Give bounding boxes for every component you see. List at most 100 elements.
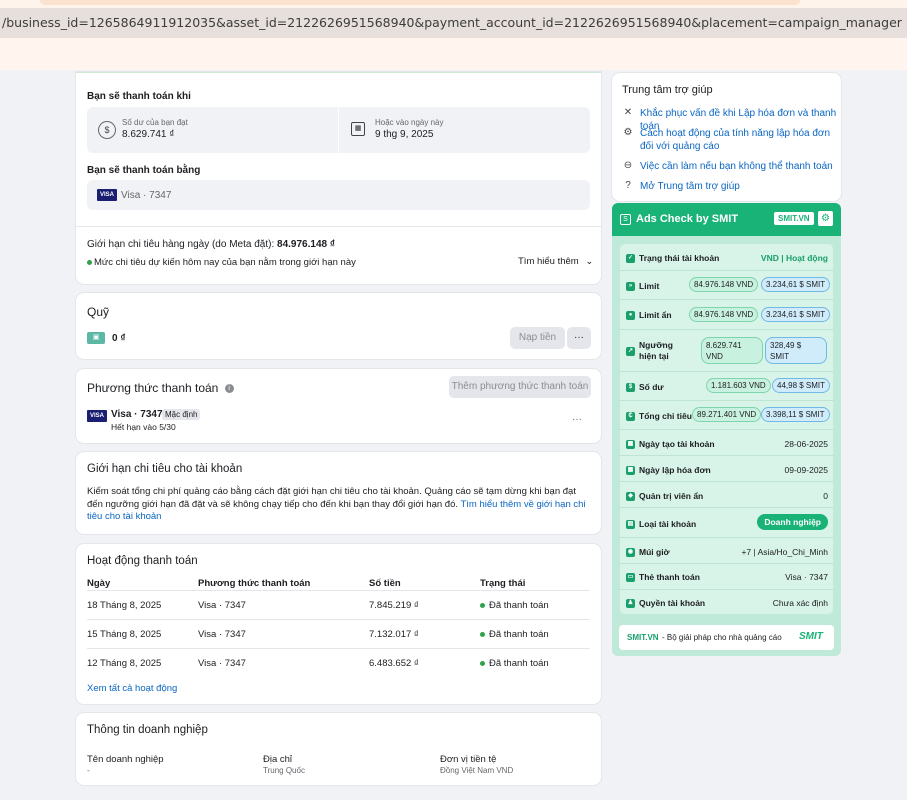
pm-more-button[interactable]: ··· bbox=[572, 414, 582, 425]
smit-badge[interactable]: SMIT.VN bbox=[774, 212, 814, 225]
smit-vnd-pill: 84.976.148 VND bbox=[689, 277, 759, 292]
smit-row-label: Limit bbox=[639, 281, 660, 291]
business-name-value: - bbox=[87, 766, 90, 775]
smit-usd-pill: 3.234,61 $ SMIT bbox=[761, 307, 831, 322]
smit-title: Ads Check by SMIT bbox=[636, 213, 739, 225]
balance-label: Số dư của bạn đạt bbox=[122, 118, 188, 127]
smit-row-value: Chưa xác định bbox=[772, 598, 828, 608]
info-icon[interactable]: i bbox=[224, 384, 234, 394]
receipt-icon: ₵ bbox=[626, 411, 635, 421]
table-row[interactable]: 18 Tháng 8, 2025 Visa · 7347 7.845.219 ₫… bbox=[87, 591, 590, 620]
row-status: Đã thanh toán bbox=[480, 600, 549, 611]
help-item-label: Mở Trung tâm trợ giúp bbox=[640, 181, 740, 192]
smit-footer-brand[interactable]: SMIT.VN bbox=[627, 633, 659, 642]
fund-card: Quỹ ▣ 0 ₫ Nạp tiền ··· bbox=[76, 293, 601, 359]
default-badge: Mặc định bbox=[162, 409, 201, 420]
col-header-method: Phương thức thanh toán bbox=[198, 578, 311, 589]
currency-label: Đơn vị tiền tệ bbox=[440, 754, 497, 765]
top-strip bbox=[0, 0, 907, 8]
see-all-activity-link[interactable]: Xem tất cả hoạt động bbox=[87, 683, 177, 694]
fund-more-button[interactable]: ··· bbox=[567, 327, 591, 349]
help-item-cant-pay[interactable]: ⊖ Việc cần làm nếu bạn không thể thanh t… bbox=[622, 160, 833, 173]
calendar-icon: ▦ bbox=[351, 122, 365, 136]
smit-footer-text: - Bộ giải pháp cho nhà quảng cáo bbox=[662, 633, 782, 642]
status-dot-icon bbox=[480, 631, 485, 637]
smit-row-label: Thẻ thanh toán bbox=[639, 572, 700, 582]
smit-row-label: Ngưỡng hiện tại bbox=[639, 340, 673, 361]
fund-amount: 0 ₫ bbox=[112, 333, 126, 344]
col-header-amount: Số tiền bbox=[369, 578, 401, 589]
account-type-badge: Doanh nghiệp bbox=[757, 514, 828, 530]
daily-limit: Giới hạn chi tiêu hàng ngày (do Meta đặt… bbox=[87, 239, 335, 250]
row-status: Đã thanh toán bbox=[480, 658, 549, 669]
smit-vnd-pill: 1.181.603 VND bbox=[706, 378, 771, 393]
smit-vnd-pill: 84.976.148 VND bbox=[689, 307, 759, 322]
row-date: 18 Tháng 8, 2025 bbox=[87, 600, 162, 611]
row-amount: 7.132.017 ₫ bbox=[369, 629, 419, 640]
smit-row-value: VND | Hoạt động bbox=[760, 253, 828, 263]
checkbox-icon: ✓ bbox=[626, 253, 635, 263]
topup-button[interactable]: Nạp tiền bbox=[510, 327, 565, 349]
pay-when-title: Bạn sẽ thanh toán khi bbox=[87, 91, 191, 102]
smit-row-label: Ngày lập hóa đơn bbox=[639, 465, 711, 475]
smit-logo-icon: S bbox=[620, 214, 631, 225]
help-item-label: Việc cần làm nếu bạn không thể thanh toá… bbox=[640, 161, 833, 172]
smit-row-hidden-admins: ◆ Quản trị viên ẩn 0 bbox=[620, 482, 835, 508]
wallet-icon: ▣ bbox=[87, 332, 105, 344]
help-item-open-help[interactable]: ? Mở Trung tâm trợ giúp bbox=[622, 180, 740, 193]
learn-more-toggle[interactable]: Tìm hiểu thêm ⌄ bbox=[518, 256, 593, 267]
pay-with-box: VISA Visa · 7347 bbox=[87, 180, 590, 210]
row-method: Visa · 7347 bbox=[198, 658, 246, 669]
calendar-icon: ▦ bbox=[626, 465, 635, 475]
daily-limit-label: Giới hạn chi tiêu hàng ngày (do Meta đặt… bbox=[87, 239, 275, 250]
pm-expiry: Hết hạn vào 5/30 bbox=[111, 422, 176, 432]
learn-more-label: Tìm hiểu thêm bbox=[518, 256, 579, 267]
address-label: Địa chỉ bbox=[263, 754, 293, 765]
smit-usd-pill: 3.234,61 $ SMIT bbox=[761, 277, 831, 292]
id-card-icon: ▤ bbox=[626, 519, 635, 529]
smit-row-hidden-limit: ● Limit ẩn 84.976.148 VND 3.234,61 $ SMIT bbox=[620, 300, 835, 330]
smit-info-list: ✓ Trạng thái tài khoản VND | Hoạt động » L… bbox=[619, 243, 835, 615]
activity-card: Hoạt động thanh toán Ngày Phương thức th… bbox=[76, 544, 601, 704]
pm-card-name: Visa · 7347 bbox=[111, 409, 163, 420]
fund-title: Quỹ bbox=[87, 305, 110, 319]
smit-row-timezone: ◉ Múi giờ +7 | Asia/Ho_Chi_Minh bbox=[620, 538, 835, 564]
add-payment-method-button[interactable]: Thêm phương thức thanh toán bbox=[449, 376, 591, 398]
smit-footer-logo: SMIT bbox=[799, 631, 823, 642]
payment-methods-title: Phương thức thanh toán i bbox=[87, 381, 234, 395]
smit-row-invoice-date: ▦ Ngày lập hóa đơn 09-09-2025 bbox=[620, 456, 835, 482]
smit-header: S Ads Check by SMIT SMIT.VN ⚙ bbox=[612, 203, 841, 236]
smit-row-account-type: ▤ Loại tài khoản Doanh nghiệp bbox=[620, 508, 835, 538]
smit-row-value: 0 bbox=[823, 491, 828, 501]
payment-methods-title-text: Phương thức thanh toán bbox=[87, 381, 219, 395]
smit-row-balance: $ Số dư 1.181.603 VND 44,98 $ SMIT bbox=[620, 372, 835, 401]
question-icon: ? bbox=[625, 180, 631, 191]
row-method: Visa · 7347 bbox=[198, 629, 246, 640]
balance-value: 8.629.741 ₫ bbox=[122, 129, 175, 140]
currency-value: Đồng Việt Nam VND bbox=[440, 766, 514, 775]
card-text: Visa · 7347 bbox=[121, 190, 172, 201]
smit-usd-pill: 44,98 $ SMIT bbox=[772, 378, 831, 393]
smit-row-value: Visa · 7347 bbox=[785, 572, 828, 582]
gear-icon[interactable]: ⚙ bbox=[818, 211, 833, 226]
smit-row-label: Loại tài khoản bbox=[639, 519, 697, 529]
smit-row-label: Ngày tạo tài khoản bbox=[639, 439, 715, 449]
business-name-label: Tên doanh nghiệp bbox=[87, 754, 164, 765]
help-item-how-billing[interactable]: ⚙ Cách hoạt động của tính năng lập hóa đ… bbox=[622, 127, 832, 153]
arrow-icon: » bbox=[626, 281, 635, 291]
row-status-text: Đã thanh toán bbox=[489, 658, 549, 669]
table-row[interactable]: 12 Tháng 8, 2025 Visa · 7347 6.483.652 ₫… bbox=[87, 649, 590, 678]
row-method: Visa · 7347 bbox=[198, 600, 246, 611]
row-amount: 7.845.219 ₫ bbox=[369, 600, 419, 611]
dollar-icon: $ bbox=[626, 382, 635, 392]
help-title: Trung tâm trợ giúp bbox=[622, 84, 713, 96]
url-bar[interactable]: /business_id=1265864911912035&asset_id=2… bbox=[0, 8, 907, 38]
minus-circle-icon: ⊖ bbox=[623, 160, 633, 171]
smit-row-value: 28-06-2025 bbox=[784, 439, 828, 449]
spend-limit-desc: Kiểm soát tổng chi phí quảng cáo bằng cá… bbox=[87, 486, 587, 524]
spend-limit-card: Giới hạn chi tiêu cho tài khoản Kiểm soá… bbox=[76, 452, 601, 534]
smit-row-label: Tổng chi tiêu bbox=[639, 411, 692, 421]
date-value: 9 thg 9, 2025 bbox=[375, 129, 434, 140]
table-row[interactable]: 15 Tháng 8, 2025 Visa · 7347 7.132.017 ₫… bbox=[87, 620, 590, 649]
smit-row-status: ✓ Trạng thái tài khoản VND | Hoạt động bbox=[620, 244, 835, 271]
